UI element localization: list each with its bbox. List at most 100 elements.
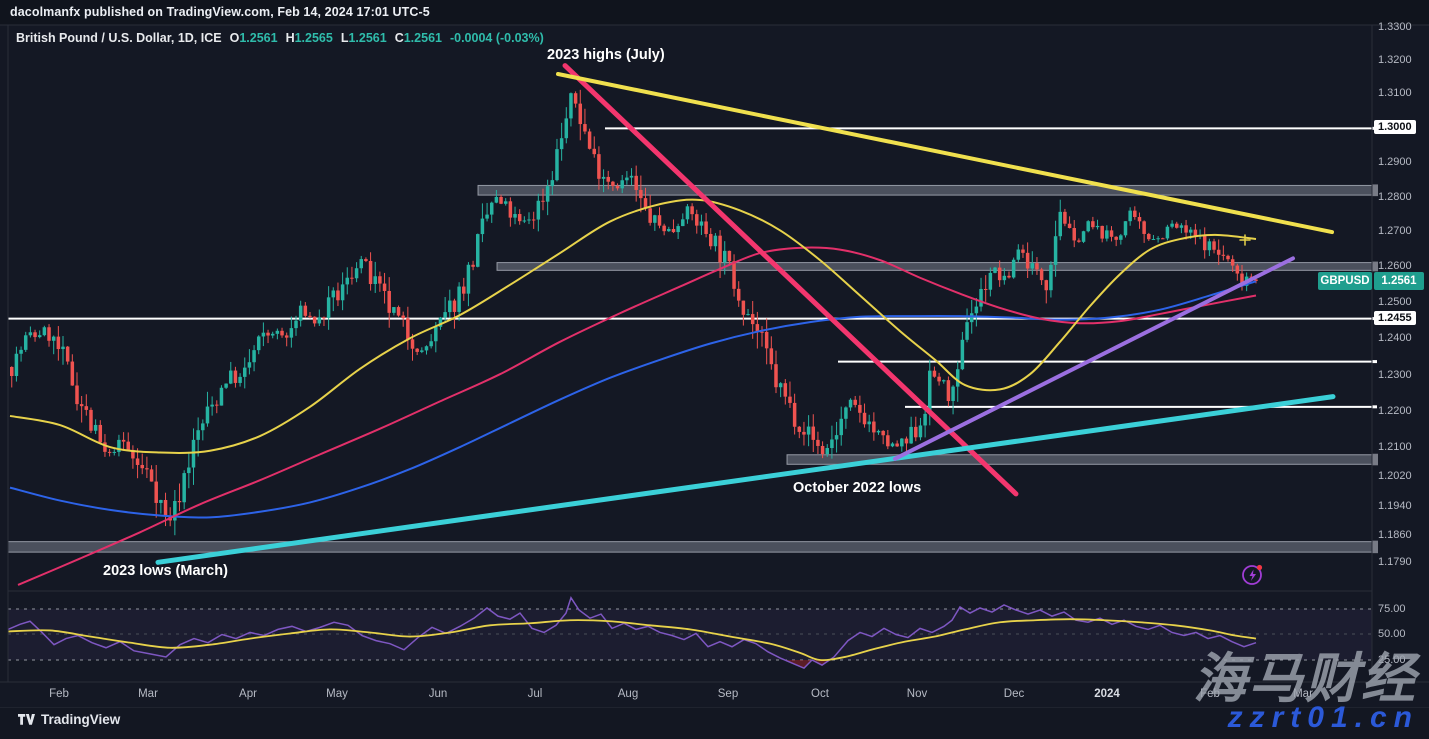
candle-body [537,201,541,220]
candle-body [1114,237,1118,240]
candle-body [71,362,75,386]
candle-body [979,289,983,307]
chart-canvas [0,0,1429,739]
candle-body [900,439,904,447]
candle-body [1133,211,1137,217]
candle-body [85,406,89,410]
candle-body [229,371,233,384]
candle-body [485,215,489,219]
candle-body [1175,224,1179,228]
candle-body [560,138,564,149]
candle-body [411,339,415,348]
candle-body [867,422,871,425]
candle-body [75,386,79,405]
tradingview-logo[interactable]: TradingView [18,712,120,727]
time-axis-label: Oct [811,688,829,700]
candle-body [220,388,224,406]
candle-body [127,442,131,450]
candle-body [839,419,843,435]
annotation-october-2022-lows: October 2022 lows [793,480,921,496]
candle-body [140,465,144,468]
trendline-lows-uptrend [158,397,1333,563]
candle-body [10,367,14,376]
candle-body [47,327,51,341]
candle-body [355,268,359,278]
candle-body [495,197,499,203]
high-label: H [286,31,295,45]
candle-body [746,314,750,315]
candle-body [434,327,438,341]
candle-body [290,328,294,338]
candle-body [728,251,732,261]
candle-body [1128,211,1132,222]
price-axis-label: 1.1860 [1378,529,1412,541]
candle-body [262,333,266,337]
candle-body [15,354,19,376]
notification-dot [1257,565,1262,570]
candle-body [909,427,913,444]
candle-body [1068,224,1072,228]
candle-body [66,347,70,362]
rsi-axis-label: 75.00 [1378,603,1406,615]
tv-monogram-icon [18,714,35,726]
candle-body [630,176,634,178]
candle-body [490,203,494,215]
price-axis-label: 1.2700 [1378,225,1412,237]
time-axis-label: Nov [907,688,927,700]
candle-body [215,405,219,406]
candle-body [318,317,322,323]
candle-body [392,307,396,313]
candle-body [597,154,601,179]
candle-body [504,201,508,203]
candle-body [1189,230,1193,233]
candle-body [43,327,47,335]
candle-body [99,425,103,442]
candle-body [80,404,84,406]
candle-body [1054,236,1058,265]
candle-body [765,332,769,348]
candle-body [150,469,154,481]
candle-body [285,335,289,337]
candle-body [1082,231,1086,242]
lightning-glyph [1250,570,1257,582]
candle-body [681,219,685,226]
candle-body [122,440,126,442]
candle-body [984,289,988,290]
flash-alert-icon[interactable] [1240,562,1266,588]
candle-body [947,380,951,401]
candle-body [513,214,517,218]
open-value: 1.2561 [239,31,277,45]
candle-body [1231,259,1235,265]
candle-body [406,318,410,339]
candle-body [1156,238,1160,239]
chart-legend[interactable]: British Pound / U.S. Dollar, 1D, ICEO1.2… [16,31,544,45]
price-axis-label: 1.2455 [1374,311,1416,325]
candle-body [807,427,811,435]
candle-body [583,124,587,131]
price-axis-label: 1.2500 [1378,296,1412,308]
last-price-label: 1.2561 [1374,272,1424,290]
candle-body [606,177,610,182]
high-value: 1.2565 [295,31,333,45]
candle-body [1096,226,1100,227]
candle-body [676,226,680,232]
level-axis-tick [1372,405,1377,408]
candle-body [462,287,466,294]
candle-body [998,268,1002,281]
time-axis-label: 2024 [1094,688,1120,700]
candle-body [602,177,606,179]
candle-body [471,265,475,267]
candle-body [378,276,382,283]
candle-body [113,452,117,453]
candle-body [1031,263,1035,268]
close-label: C [395,31,404,45]
candle-body [276,331,280,334]
candle-body [965,322,969,340]
candle-body [448,301,452,313]
candle-body [1021,250,1025,253]
candle-body [266,333,270,336]
candle-body [989,273,993,290]
candle-body [546,186,550,202]
candle-body [1045,280,1049,290]
candle-body [327,297,331,318]
